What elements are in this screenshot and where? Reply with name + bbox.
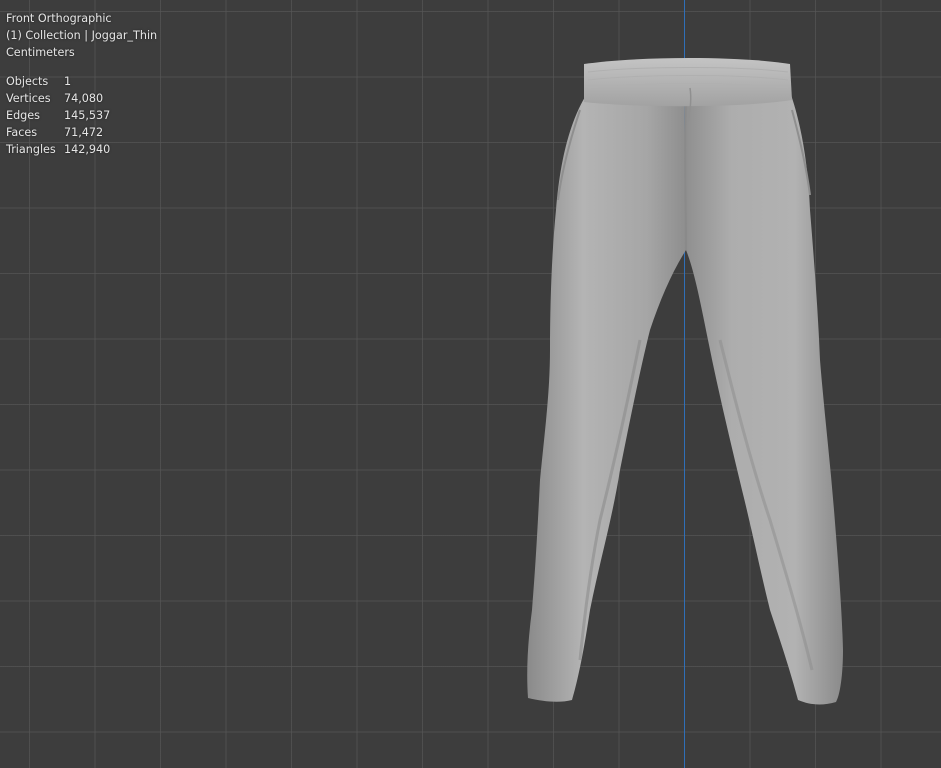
stat-value: 142,940 — [64, 143, 111, 156]
stat-label: Edges — [6, 109, 40, 122]
stat-value: 1 — [64, 75, 72, 88]
viewport-text-overlay: Front Orthographic (1) Collection | Jogg… — [6, 10, 157, 158]
stat-row: Triangles 142,940 — [6, 141, 157, 158]
stat-label: Objects — [6, 75, 49, 88]
stat-row: Objects 1 — [6, 73, 157, 90]
3d-viewport[interactable]: Front Orthographic (1) Collection | Jogg… — [0, 0, 941, 768]
left-leg — [527, 92, 686, 702]
stat-row: Edges 145,537 — [6, 107, 157, 124]
stat-label: Vertices — [6, 92, 51, 105]
scene-statistics: Objects 1 Vertices 74,080 Edges 145,537 … — [6, 73, 157, 158]
stat-value: 145,537 — [64, 109, 111, 122]
stat-value: 71,472 — [64, 126, 104, 139]
stat-label: Faces — [6, 126, 38, 139]
waistband — [584, 58, 792, 107]
stat-value: 74,080 — [64, 92, 104, 105]
right-leg — [684, 92, 843, 705]
units-label: Centimeters — [6, 46, 75, 59]
view-name: Front Orthographic — [6, 12, 112, 25]
stat-row: Faces 71,472 — [6, 124, 157, 141]
fly-seam — [684, 101, 687, 251]
stat-label: Triangles — [6, 143, 56, 156]
collection-label: (1) Collection | Joggar_Thin — [6, 29, 158, 42]
stat-row: Vertices 74,080 — [6, 90, 157, 107]
